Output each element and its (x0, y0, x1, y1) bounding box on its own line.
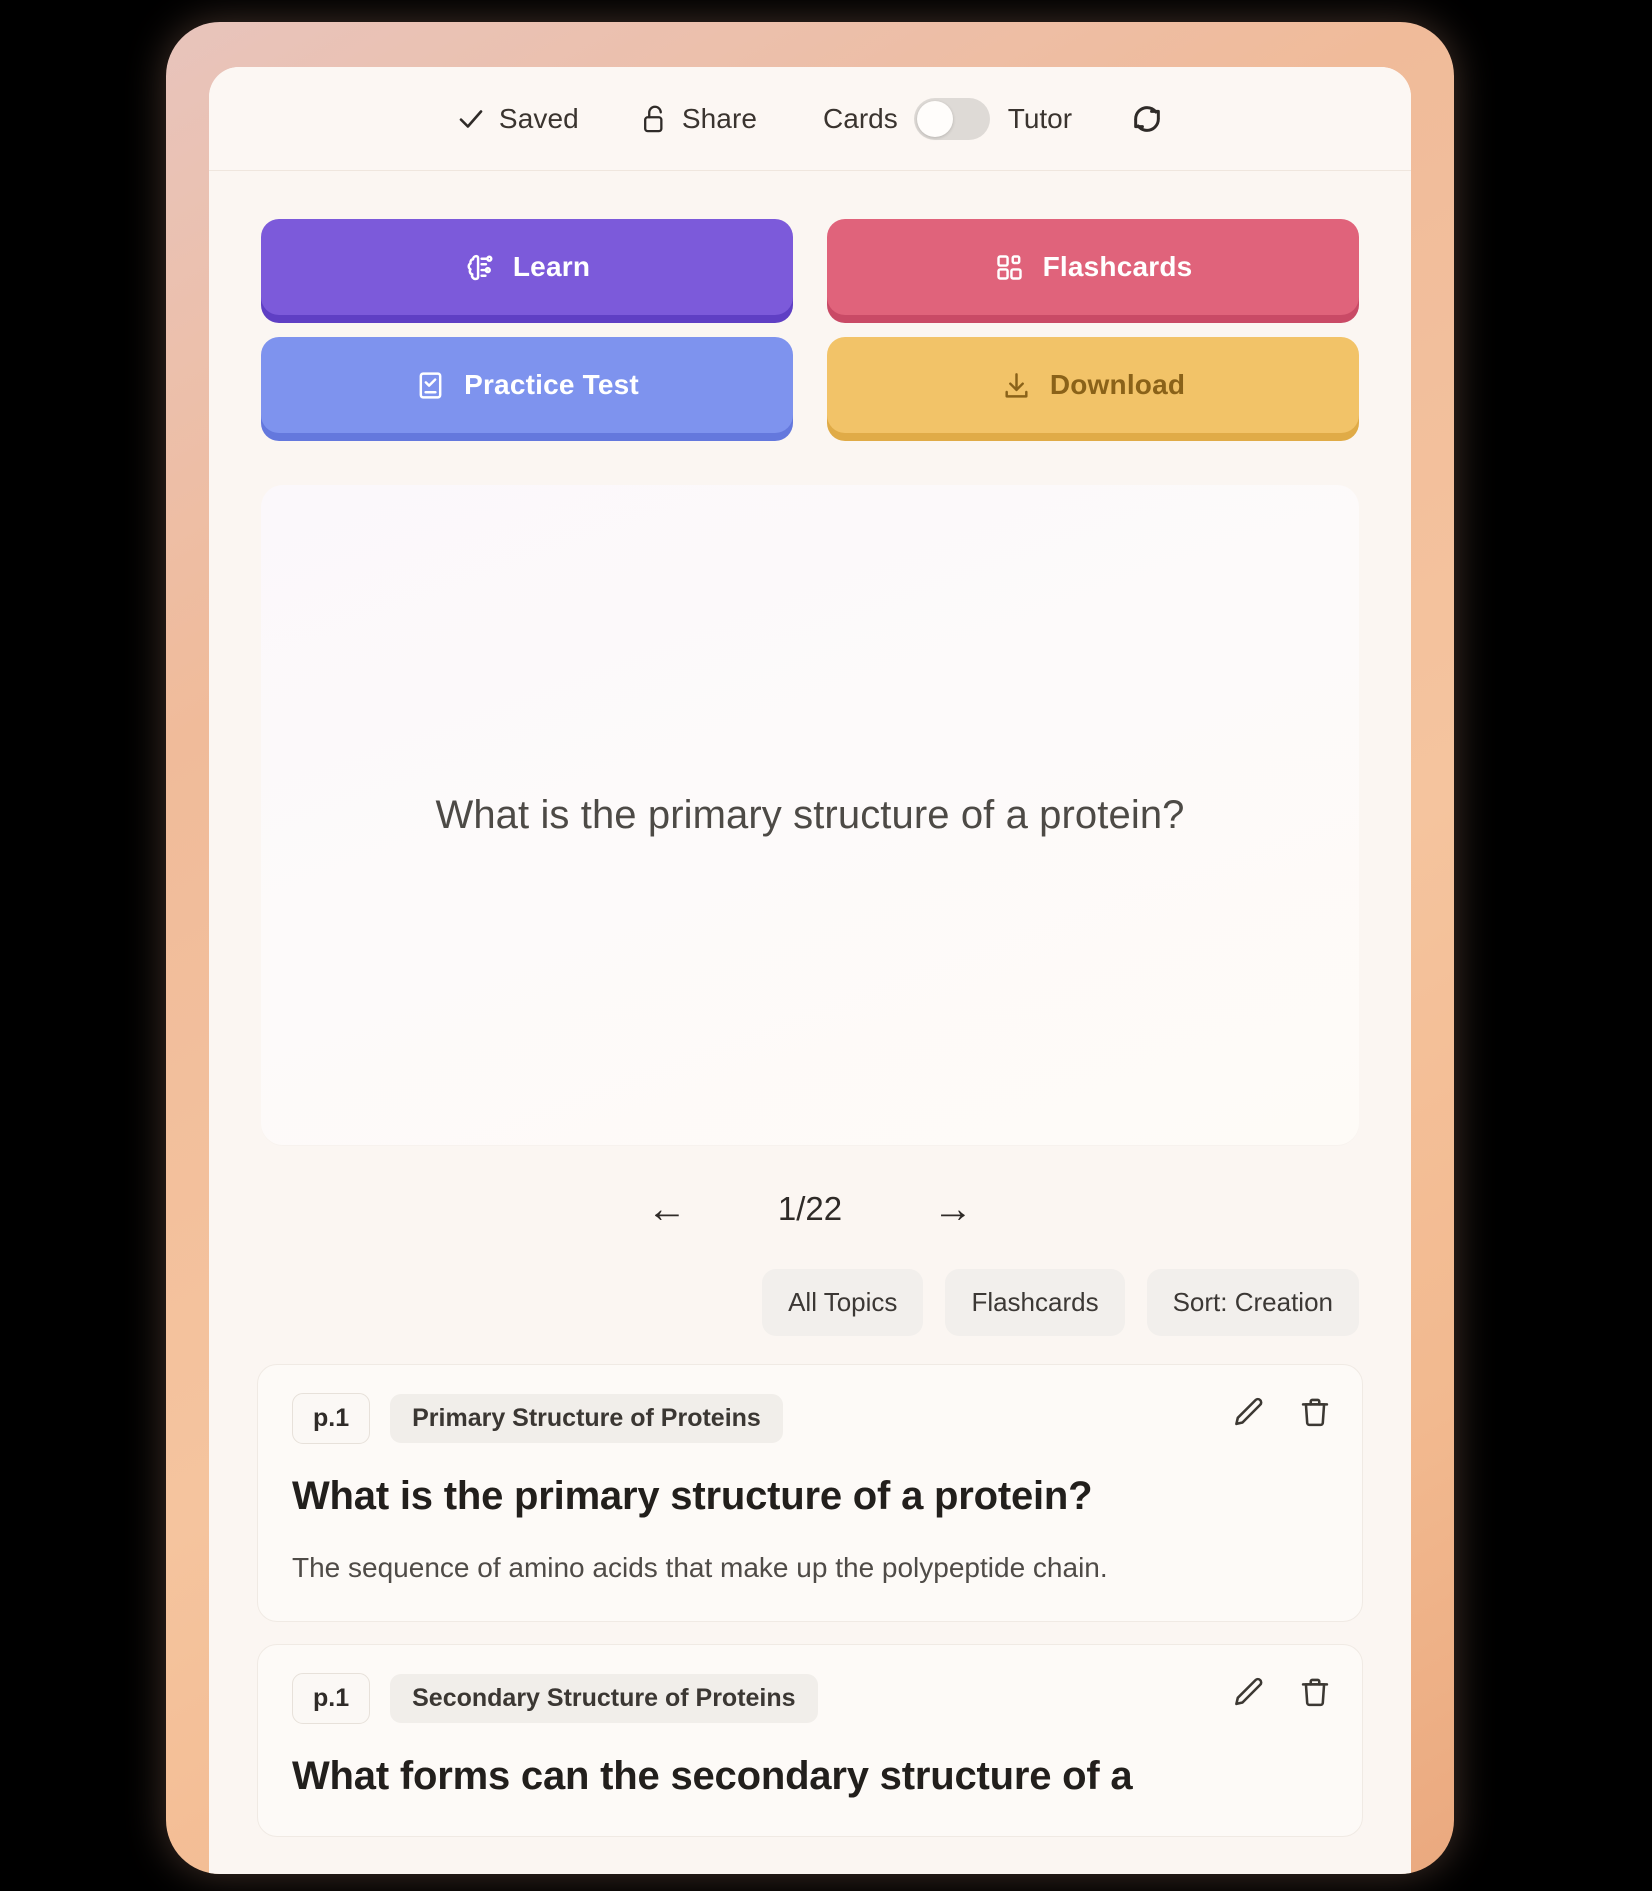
arrow-left-icon[interactable]: ← (641, 1189, 693, 1229)
device-frame: Saved Share Cards Tutor Learn Flashcards… (166, 22, 1454, 1874)
practice-test-button[interactable]: Practice Test (261, 337, 793, 433)
pager-count: 1/22 (777, 1190, 843, 1227)
cards-tutor-toggle[interactable] (913, 97, 990, 140)
page-badge: p.1 (292, 1673, 371, 1725)
layout-grid-icon (994, 252, 1025, 283)
check-icon (456, 104, 486, 134)
download-button[interactable]: Download (827, 337, 1359, 433)
share-button[interactable]: Share (641, 103, 757, 135)
learn-label: Learn (512, 251, 591, 282)
arrow-right-icon[interactable]: → (927, 1189, 979, 1229)
action-button-grid: Learn Flashcards Practice Test Download (209, 171, 1411, 433)
page-badge: p.1 (292, 1393, 371, 1444)
refresh-icon[interactable] (1130, 102, 1164, 136)
saved-label: Saved (498, 102, 579, 134)
flashcard-viewer[interactable]: What is the primary structure of a prote… (261, 485, 1359, 1145)
flashcards-label: Flashcards (1042, 251, 1193, 282)
card-action-group (1232, 1395, 1332, 1429)
download-label: Download (1049, 369, 1186, 400)
card-action-group (1232, 1675, 1332, 1709)
unlock-icon (641, 104, 669, 134)
table-row[interactable]: p.1 Secondary Structure of Proteins What… (257, 1644, 1363, 1838)
list-card-answer: The sequence of amino acids that make up… (292, 1552, 1108, 1583)
download-arrow-icon (1001, 370, 1032, 401)
pencil-icon[interactable] (1232, 1675, 1266, 1709)
learn-button[interactable]: Learn (261, 219, 793, 315)
topic-tag: Primary Structure of Proteins (390, 1394, 783, 1443)
table-row[interactable]: p.1 Primary Structure of Proteins What i… (257, 1364, 1363, 1623)
brain-icon (464, 252, 495, 283)
list-card-question: What forms can the secondary structure o… (292, 1754, 1133, 1799)
filter-chip-sort[interactable]: Sort: Creation (1146, 1269, 1359, 1336)
app-screen: Saved Share Cards Tutor Learn Flashcards… (209, 67, 1411, 1874)
share-label: Share (681, 102, 758, 134)
trash-icon[interactable] (1298, 1675, 1332, 1709)
top-bar: Saved Share Cards Tutor (209, 67, 1411, 171)
checked-page-icon (415, 370, 446, 401)
pencil-icon[interactable] (1232, 1395, 1266, 1429)
filter-chip-flashcards[interactable]: Flashcards (945, 1269, 1125, 1336)
filter-chip-row: All Topics Flashcards Sort: Creation (209, 1229, 1411, 1336)
flashcards-button[interactable]: Flashcards (827, 219, 1359, 315)
topic-tag: Secondary Structure of Proteins (390, 1674, 818, 1724)
saved-button[interactable]: Saved (456, 103, 579, 135)
trash-icon[interactable] (1298, 1395, 1332, 1429)
list-card-question: What is the primary structure of a prote… (292, 1474, 1093, 1518)
list-card-header: p.1 Primary Structure of Proteins (292, 1393, 1328, 1444)
practice-test-label: Practice Test (464, 369, 639, 400)
filter-chip-all-topics[interactable]: All Topics (762, 1269, 924, 1336)
list-card-header: p.1 Secondary Structure of Proteins (292, 1673, 1328, 1725)
tutor-label: Tutor (1007, 102, 1073, 134)
card-list: p.1 Primary Structure of Proteins What i… (209, 1336, 1411, 1838)
flashcard-question: What is the primary structure of a prote… (435, 793, 1185, 837)
cards-label: Cards (823, 102, 898, 134)
card-pager: ← 1/22 → (209, 1189, 1411, 1229)
